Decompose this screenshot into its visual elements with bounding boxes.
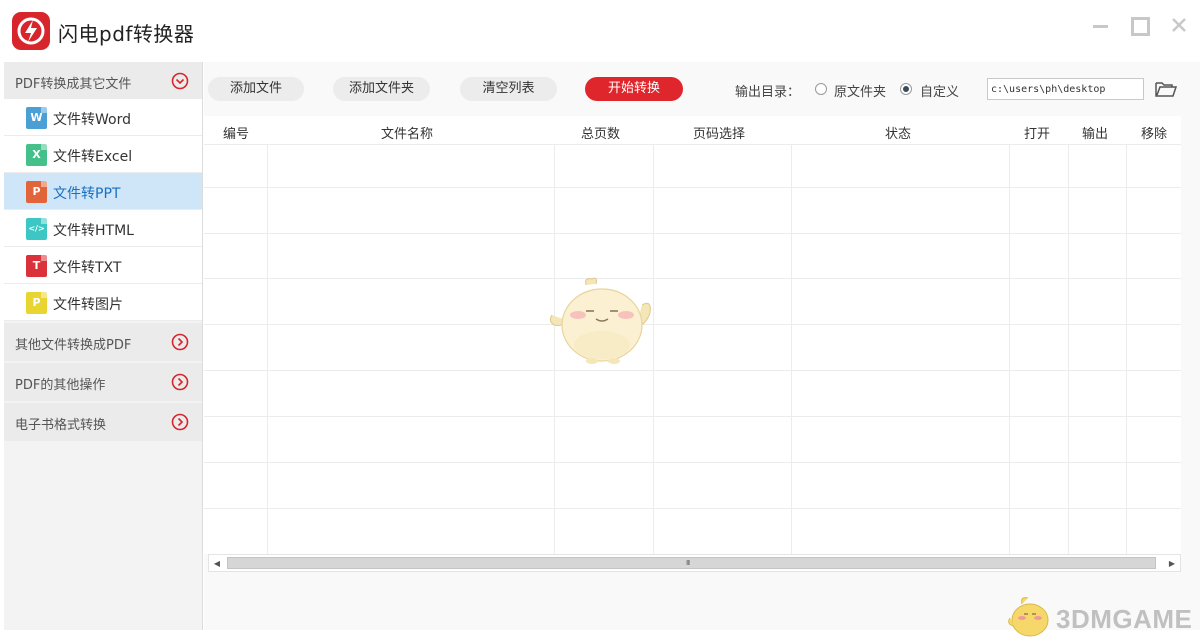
category-ebook-convert[interactable]: 电子书格式转换 (4, 403, 202, 441)
category-label: 其他文件转换成PDF (15, 338, 132, 353)
scroll-right-arrow-icon[interactable]: ▶ (1166, 558, 1178, 570)
radio-original-folder[interactable] (815, 83, 827, 95)
image-file-icon: P (26, 292, 47, 314)
chevron-right-circle-icon[interactable] (171, 373, 189, 391)
watermark-mascot-icon (1008, 597, 1049, 637)
sidebar-item-label: 文件转TXT (53, 260, 122, 276)
chevron-down-circle-icon[interactable] (171, 72, 189, 90)
category-label: PDF转换成其它文件 (15, 77, 132, 92)
ppt-file-icon: P (26, 181, 47, 203)
sidebar-item-label: 文件转HTML (53, 223, 134, 239)
column-header[interactable]: 总页数 (581, 123, 620, 142)
sidebar-item-to-txt[interactable]: T 文件转TXT (4, 247, 202, 284)
chevron-right-circle-icon[interactable] (171, 333, 189, 351)
radio-custom[interactable] (900, 83, 912, 95)
toolbar: 添加文件 添加文件夹 清空列表 开始转换 输出目录： 原文件夹 自定义 (204, 62, 1200, 116)
sidebar-item-label: 文件转Word (53, 112, 131, 128)
radio-custom-label: 自定义 (920, 85, 960, 100)
table-grid-line (1126, 144, 1127, 554)
table-grid-line (1068, 144, 1069, 554)
scrollbar-grip: III (686, 559, 690, 567)
horizontal-scrollbar[interactable]: ◀ III ▶ (208, 554, 1181, 572)
column-header[interactable]: 输出 (1082, 123, 1108, 142)
chevron-right-circle-icon[interactable] (171, 413, 189, 431)
category-pdf-to-other[interactable]: PDF转换成其它文件 (4, 62, 202, 99)
table-grid-line (204, 233, 1181, 234)
sidebar-item-label: 文件转PPT (53, 186, 121, 202)
radio-original-folder-label: 原文件夹 (834, 85, 887, 100)
column-header[interactable]: 文件名称 (381, 123, 433, 142)
clear-list-button[interactable]: 清空列表 (460, 77, 557, 101)
column-header[interactable]: 编号 (223, 123, 249, 142)
app-logo-icon (12, 12, 50, 50)
table-grid-line (204, 278, 1181, 279)
table-grid-line (791, 144, 792, 554)
app-title: 闪电pdf转换器 (58, 22, 195, 46)
html-file-icon: </> (26, 218, 47, 240)
add-folder-button[interactable]: 添加文件夹 (333, 77, 430, 101)
sidebar-item-to-word[interactable]: W 文件转Word (4, 99, 202, 136)
sidebar-item-to-ppt[interactable]: P 文件转PPT (4, 173, 202, 210)
start-convert-button[interactable]: 开始转换 (585, 77, 683, 101)
table-grid-line (267, 144, 268, 554)
column-header[interactable]: 状态 (885, 123, 911, 142)
sidebar-item-label: 文件转Excel (53, 149, 133, 165)
word-file-icon: W (26, 107, 47, 129)
empty-state-mascot-icon (546, 275, 654, 367)
add-file-button[interactable]: 添加文件 (208, 77, 304, 101)
open-folder-icon[interactable] (1154, 78, 1178, 100)
title-bar: 闪电pdf转换器 (0, 0, 1200, 62)
file-table: 编号 文件名称 总页数 页码选择 状态 打开 输出 移除 (204, 116, 1181, 554)
minimize-button[interactable] (1090, 14, 1112, 36)
table-grid-line (204, 144, 1181, 145)
table-grid-line (204, 508, 1181, 509)
maximize-button[interactable] (1128, 14, 1150, 36)
category-pdf-other-ops[interactable]: PDF的其他操作 (4, 363, 202, 401)
excel-file-icon: X (26, 144, 47, 166)
table-grid-line (204, 416, 1181, 417)
scrollbar-thumb[interactable]: III (227, 557, 1156, 569)
sidebar-item-to-image[interactable]: P 文件转图片 (4, 284, 202, 321)
sidebar: PDF转换成其它文件 W 文件转Word X 文件转Excel P 文件转PPT… (4, 62, 203, 630)
close-button[interactable] (1168, 14, 1190, 36)
table-grid-line (204, 187, 1181, 188)
output-path-input[interactable] (987, 78, 1144, 100)
category-label: PDF的其他操作 (15, 378, 106, 393)
category-label: 电子书格式转换 (15, 418, 107, 433)
sidebar-item-to-excel[interactable]: X 文件转Excel (4, 136, 202, 173)
column-header[interactable]: 打开 (1024, 123, 1050, 142)
watermark: 3DMGAME (1004, 592, 1198, 640)
column-header[interactable]: 页码选择 (693, 123, 745, 142)
column-header[interactable]: 移除 (1141, 123, 1167, 142)
table-header: 编号 文件名称 总页数 页码选择 状态 打开 输出 移除 (204, 116, 1181, 144)
output-dir-label: 输出目录： (735, 85, 801, 100)
scroll-left-arrow-icon[interactable]: ◀ (211, 558, 223, 570)
sidebar-item-label: 文件转图片 (53, 297, 123, 313)
sidebar-item-to-html[interactable]: </> 文件转HTML (4, 210, 202, 247)
table-grid-line (1009, 144, 1010, 554)
category-other-to-pdf[interactable]: 其他文件转换成PDF (4, 323, 202, 361)
watermark-text: 3DMGAME (1056, 604, 1193, 634)
main-panel: 添加文件 添加文件夹 清空列表 开始转换 输出目录： 原文件夹 自定义 编号 文… (204, 62, 1200, 630)
table-grid-line (204, 462, 1181, 463)
table-grid-line (204, 324, 1181, 325)
txt-file-icon: T (26, 255, 47, 277)
table-grid-line (204, 370, 1181, 371)
